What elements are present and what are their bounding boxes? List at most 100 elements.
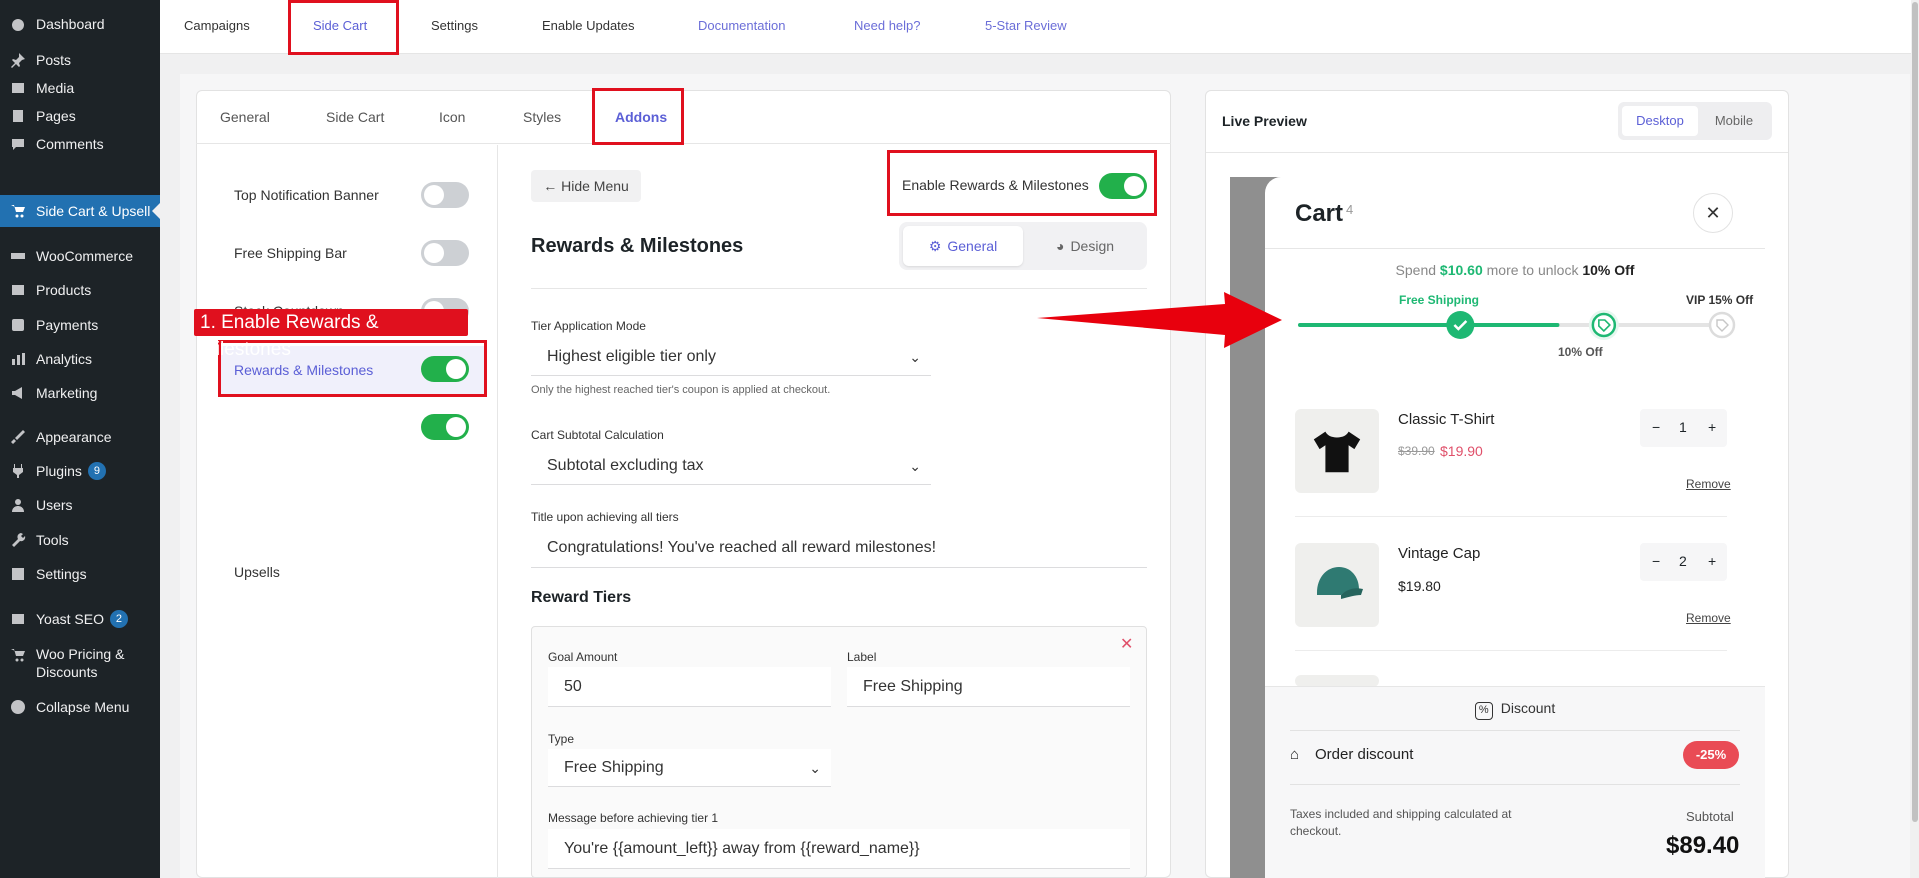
products-icon: [8, 280, 28, 300]
title-all-tiers-input[interactable]: Congratulations! You've reached all rewa…: [531, 528, 1147, 568]
section-divider: [531, 288, 1147, 289]
general-design-switch: ⚙ General ◕ Design: [899, 222, 1147, 270]
tab-campaigns[interactable]: Campaigns: [184, 0, 250, 54]
tab-side-cart[interactable]: Side Cart: [313, 0, 367, 54]
hide-menu-button[interactable]: ← Hide Menu: [531, 170, 641, 202]
wp-menu-woo-pricing-discounts[interactable]: Woo Pricing & Discounts: [0, 641, 160, 685]
cart-close-button[interactable]: ✕: [1693, 193, 1733, 233]
wp-menu-side-cart-upsell[interactable]: Side Cart & Upsell: [0, 195, 160, 227]
tier-mode-help: Only the highest reached tier's coupon i…: [531, 384, 831, 396]
subtab-addons[interactable]: Addons: [615, 90, 667, 144]
tab-need-help[interactable]: Need help?: [854, 0, 921, 54]
page-scrollbar[interactable]: [1911, 0, 1919, 878]
qty-value: 2: [1679, 553, 1687, 569]
item-old-price: $39.90: [1398, 444, 1435, 458]
remove-link[interactable]: Remove: [1686, 477, 1731, 491]
seg-general-button[interactable]: ⚙ General: [903, 226, 1023, 266]
tab-5-star-review[interactable]: 5-Star Review: [985, 0, 1067, 54]
wp-menu-tools[interactable]: Tools: [0, 524, 160, 556]
addon-upsells[interactable]: Upsells: [196, 548, 498, 596]
tier-message-input[interactable]: You're {{amount_left}} away from {{rewar…: [548, 829, 1130, 869]
minus-icon[interactable]: −: [1652, 419, 1660, 435]
toggle-upsells[interactable]: [421, 414, 469, 440]
preview-divider: [1206, 152, 1788, 153]
wp-menu-comments[interactable]: Comments: [0, 128, 160, 160]
tab-enable-updates[interactable]: Enable Updates: [542, 0, 635, 54]
desktop-button[interactable]: Desktop: [1622, 106, 1698, 136]
woo-icon: [8, 246, 28, 266]
toggle-rewards-milestones[interactable]: [421, 356, 469, 382]
tab-documentation[interactable]: Documentation: [698, 0, 785, 54]
settings-sub-tabs: General Side Cart Icon Styles Addons: [196, 90, 1171, 144]
tab-settings[interactable]: Settings: [431, 0, 478, 54]
dollar-icon: [8, 315, 28, 335]
toggle-top-notification-banner[interactable]: [421, 182, 469, 208]
yoast-icon: [8, 609, 28, 629]
subtab-icon[interactable]: Icon: [439, 90, 465, 144]
megaphone-icon: [8, 383, 28, 403]
spend-message: Spend $10.60 more to unlock 10% Off: [1395, 262, 1635, 278]
subtotal-calc-select[interactable]: Subtotal excluding tax ⌄: [531, 447, 931, 485]
seg-design-button[interactable]: ◕ Design: [1027, 226, 1143, 266]
wp-menu-woocommerce[interactable]: WooCommerce: [0, 240, 160, 272]
mobile-button[interactable]: Mobile: [1700, 106, 1768, 136]
wp-menu-yoast-seo[interactable]: Yoast SEO 2: [0, 603, 160, 635]
section-title: Rewards & Milestones: [531, 235, 744, 257]
enable-rewards-toggle[interactable]: [1099, 173, 1147, 199]
subtab-general[interactable]: General: [220, 90, 270, 144]
cart-icon: [8, 201, 28, 221]
wp-menu-users[interactable]: Users: [0, 489, 160, 521]
cart-header-divider: [1265, 248, 1765, 249]
close-icon[interactable]: ✕: [1120, 634, 1133, 654]
cap-icon: [1317, 567, 1363, 599]
qty-stepper[interactable]: − 1 +: [1640, 409, 1727, 447]
tier-type-select[interactable]: Free Shipping ⌄: [548, 749, 831, 787]
pin-icon: [8, 50, 28, 70]
chevron-down-icon: ⌄: [909, 349, 921, 365]
subtab-styles[interactable]: Styles: [523, 90, 561, 144]
yoast-badge: 2: [109, 610, 128, 628]
discount-header[interactable]: % Discount: [1265, 700, 1765, 720]
tshirt-icon: [1313, 431, 1361, 473]
wp-menu-analytics[interactable]: Analytics: [0, 343, 160, 375]
discount-divider: [1290, 730, 1740, 731]
plus-icon[interactable]: +: [1708, 553, 1716, 569]
device-toggle: Desktop Mobile: [1618, 102, 1772, 140]
cart-title: Cart: [1295, 200, 1344, 227]
scrollbar-thumb[interactable]: [1912, 2, 1918, 822]
item-divider: [1295, 650, 1727, 651]
plugin-top-tabs: Campaigns Side Cart Settings Enable Upda…: [160, 0, 1919, 54]
tier-message-label: Message before achieving tier 1: [548, 811, 719, 825]
milestone-label-10-off: 10% Off: [1558, 345, 1603, 359]
discount-divider: [1290, 784, 1740, 785]
user-icon: [8, 495, 28, 515]
toggle-free-shipping-bar[interactable]: [421, 240, 469, 266]
wp-menu-dashboard[interactable]: Dashboard: [0, 8, 160, 40]
chevron-down-icon: ⌄: [909, 458, 921, 474]
qty-stepper[interactable]: − 2 +: [1640, 543, 1727, 581]
wp-menu-appearance[interactable]: Appearance: [0, 421, 160, 453]
plus-icon[interactable]: +: [1708, 419, 1716, 435]
annotation-callout: 1. Enable Rewards & Milestones: [194, 309, 468, 360]
wp-menu-marketing[interactable]: Marketing: [0, 377, 160, 409]
tier-label-input[interactable]: Free Shipping: [847, 667, 1130, 707]
item-divider: [1295, 516, 1727, 517]
wp-menu-payments[interactable]: Payments: [0, 309, 160, 341]
palette-icon: ◕: [1055, 238, 1065, 254]
discount-badge: -25%: [1683, 741, 1739, 769]
wp-menu-settings[interactable]: Settings: [0, 558, 160, 590]
wp-menu-products[interactable]: Products: [0, 274, 160, 306]
pages-icon: [8, 106, 28, 126]
tax-note: Taxes included and shipping calculated a…: [1290, 807, 1512, 838]
discount-icon: %: [1474, 702, 1493, 720]
cart-count: 4: [1346, 202, 1354, 217]
tier-mode-select[interactable]: Highest eligible tier only ⌄: [531, 338, 931, 376]
wp-menu-collapse[interactable]: Collapse Menu: [0, 691, 160, 723]
wp-menu-plugins[interactable]: Plugins 9: [0, 455, 160, 487]
minus-icon[interactable]: −: [1652, 553, 1660, 569]
goal-amount-input[interactable]: 50: [548, 667, 831, 707]
reward-tiers-title: Reward Tiers: [531, 589, 632, 606]
media-icon: [8, 78, 28, 98]
remove-link[interactable]: Remove: [1686, 611, 1731, 625]
subtab-side-cart[interactable]: Side Cart: [326, 90, 384, 144]
